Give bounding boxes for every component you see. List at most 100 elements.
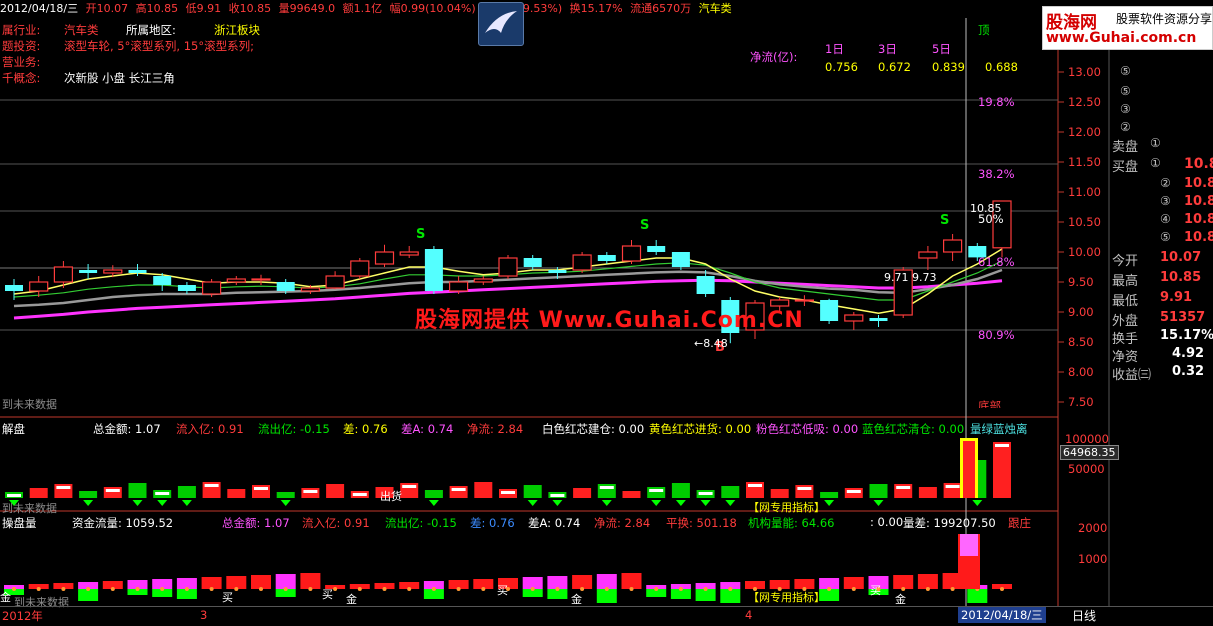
fund-dot [407, 587, 412, 591]
fib-19-8: 19.8% [978, 95, 1015, 109]
candle-body [671, 252, 690, 267]
open-value: 10.07 [1160, 250, 1202, 265]
volume-bar [523, 485, 542, 498]
panel2-white: 白色红芯建仓: 0.00 [542, 422, 645, 436]
panel3-scale-top: 2000 [1078, 521, 1108, 535]
volume-bar-highlight [797, 487, 812, 490]
panel2-total: 总金额: 1.07 [93, 422, 161, 436]
open-label: 今开 [1112, 254, 1139, 269]
panel3-gold-4: 金 [895, 593, 906, 606]
sell-level-2: ② [1120, 120, 1131, 134]
panel3-title[interactable]: 操盘量 [2, 515, 37, 531]
header-sector: 汽车类 [698, 2, 732, 15]
fund-bar [572, 575, 593, 589]
high-label: 最高 [1112, 274, 1139, 289]
buy-level-3: ③ [1160, 194, 1171, 208]
panel2-green: 量绿蓝烛离 [970, 422, 1028, 436]
concept-label: 千概念: [2, 71, 41, 85]
candle-body [523, 258, 542, 267]
flow-1d-value: 0.756 [825, 60, 858, 74]
fund-dot [703, 587, 708, 591]
nav-value: 4.92 [1172, 346, 1205, 361]
fund-dot [86, 587, 91, 591]
flow-5d-value: 0.839 [932, 60, 965, 74]
volume-bar [79, 491, 98, 498]
header-volume: 量99649.0 [278, 2, 336, 15]
down-arrow-icon [552, 500, 563, 506]
volume-bar-highlight [896, 486, 911, 489]
fib-61-8: 61.8% [978, 255, 1015, 269]
volume-bar-highlight [649, 489, 664, 492]
fund-dot [259, 587, 263, 591]
volume-highlight-core [963, 441, 975, 498]
candle-body [177, 285, 196, 291]
volume-bar [622, 491, 641, 498]
fund-dot [950, 587, 955, 591]
fund-dot [481, 587, 486, 591]
fund-dot [925, 587, 930, 591]
down-arrow-icon [972, 500, 983, 506]
volume-bar [795, 485, 814, 498]
panel3-net: 净流: 2.84 [594, 516, 651, 530]
panel3-scale-mid: 1000 [1078, 552, 1108, 566]
candle-body [153, 276, 172, 285]
volume-bar [326, 484, 345, 498]
volume-bar [918, 487, 937, 498]
fund-dot [851, 587, 856, 591]
header-open: 开10.07 [85, 2, 129, 15]
fib-38-2: 38.2% [978, 167, 1015, 181]
panel3-buy-1: 买 [222, 591, 233, 604]
invest-value: 滚型车轮, 5°滚型系列, 15°滚型系列; [64, 39, 254, 53]
industry-value: 汽车类 [64, 23, 99, 37]
panel2-pink: 粉色红芯低吸: 0.00 [756, 422, 859, 436]
buy2-price: 10.8 [1184, 176, 1213, 191]
fund-dot [555, 587, 560, 591]
axis-month-4: 4 [745, 608, 753, 622]
price-tick: 9.00 [1068, 305, 1094, 319]
period-selector[interactable]: 日线 [1072, 607, 1096, 624]
fund-dot [604, 587, 609, 591]
fund-dot [827, 587, 832, 591]
panel3-gold-3: 金 [571, 593, 582, 606]
volume-bar [993, 442, 1011, 498]
panel2-title[interactable]: 解盘 [2, 421, 25, 437]
panel3-outflow: 流出亿: -0.15 [385, 516, 457, 530]
candle-body [251, 278, 271, 281]
panel2-diffA: 差A: 0.74 [401, 422, 454, 436]
volume-bar [474, 482, 493, 498]
down-arrow-icon [651, 500, 662, 506]
fund-dot [12, 587, 16, 591]
panel3-zero: : 0.00 [870, 515, 904, 529]
fund-dot [234, 587, 239, 591]
volume-bar [424, 490, 443, 498]
outer-label: 外盘 [1112, 314, 1139, 329]
candle-body [103, 269, 123, 274]
low-price-mark: ←8.48 [694, 337, 728, 350]
candle-body [548, 270, 567, 273]
volume-bar [103, 487, 122, 498]
volume-bar-highlight [698, 492, 713, 495]
panel3-total: 总金额: 1.07 [222, 516, 290, 530]
fund-dot [135, 587, 140, 591]
fund-bar-neg [967, 589, 988, 603]
volume-bar-highlight [56, 486, 71, 489]
down-arrow-icon [601, 500, 612, 506]
volume-bar-highlight [945, 485, 960, 488]
down-arrow-icon [132, 500, 143, 506]
fib-bottom: 底部 [978, 399, 1001, 408]
price-tick: 10.00 [1068, 245, 1101, 259]
volume-bar [276, 492, 295, 498]
volume-bar [252, 485, 270, 498]
candle-body [869, 318, 888, 321]
down-arrow-icon [824, 500, 835, 506]
flow-extra-value: 0.688 [985, 60, 1018, 74]
panel3-fund: 资金流量: 1059.52 [72, 516, 174, 530]
fund-dot [308, 587, 313, 591]
candle-body [621, 245, 642, 262]
panel2-future-label: 到未来数据 [2, 502, 57, 515]
volume-bar [449, 486, 468, 498]
fund-dot [431, 587, 436, 591]
down-arrow-icon [527, 500, 538, 506]
fund-dot [61, 587, 66, 591]
fund-bar-neg [596, 589, 617, 603]
